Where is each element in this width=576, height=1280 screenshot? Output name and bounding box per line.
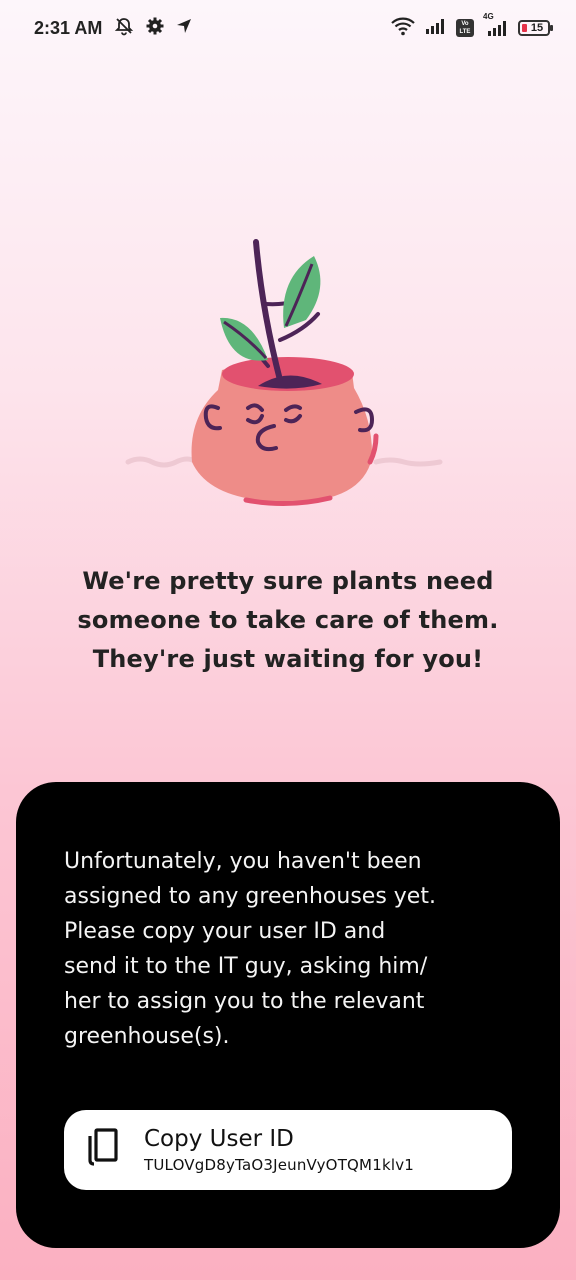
card-line-3: Please copy your user ID and — [64, 919, 386, 944]
status-time: 2:31 AM — [34, 17, 103, 38]
navigation-arrow-icon — [176, 18, 192, 39]
copy-button-label: Copy User ID — [144, 1126, 294, 1152]
wifi-icon — [390, 16, 416, 41]
status-right: Vo LTE 4G 15 — [390, 12, 553, 41]
card-line-1: Unfortunately, you haven't been — [64, 849, 422, 874]
card-line-4: send it to the IT guy, asking him/ — [64, 954, 428, 979]
plant-pot-illustration — [118, 230, 458, 520]
message-line-2: someone to take care of them. — [77, 606, 499, 634]
gear-icon — [146, 17, 164, 40]
network-label: 4G — [483, 12, 494, 21]
empty-state-message: We're pretty sure plants need someone to… — [40, 562, 536, 679]
message-line-3: They're just waiting for you! — [92, 645, 484, 673]
muted-notifications-icon — [114, 16, 134, 41]
status-bar: 2:31 AM Vo LTE 4G 15 — [0, 0, 576, 56]
volte-icon: Vo LTE — [456, 19, 474, 37]
user-id-value: TULOVgD8yTaO3JeunVyOTQM1klv1 — [144, 1156, 415, 1174]
signal-icon — [425, 18, 447, 39]
signal-4g-icon: 4G — [483, 12, 509, 36]
status-left: 2:31 AM — [34, 16, 192, 41]
battery-icon: 15 — [518, 20, 553, 36]
card-instructions: Unfortunately, you haven't been assigned… — [64, 844, 524, 1054]
battery-level: 15 — [530, 22, 544, 34]
message-line-1: We're pretty sure plants need — [82, 567, 494, 595]
card-line-6: greenhouse(s). — [64, 1024, 230, 1049]
card-line-5: her to assign you to the relevant — [64, 989, 425, 1014]
copy-button-texts: Copy User ID TULOVgD8yTaO3JeunVyOTQM1klv… — [144, 1124, 414, 1176]
copy-user-id-button[interactable]: Copy User ID TULOVgD8yTaO3JeunVyOTQM1klv… — [64, 1110, 512, 1190]
unassigned-info-card: Unfortunately, you haven't been assigned… — [16, 782, 560, 1248]
card-line-2: assigned to any greenhouses yet. — [64, 884, 436, 909]
copy-icon — [86, 1128, 144, 1172]
